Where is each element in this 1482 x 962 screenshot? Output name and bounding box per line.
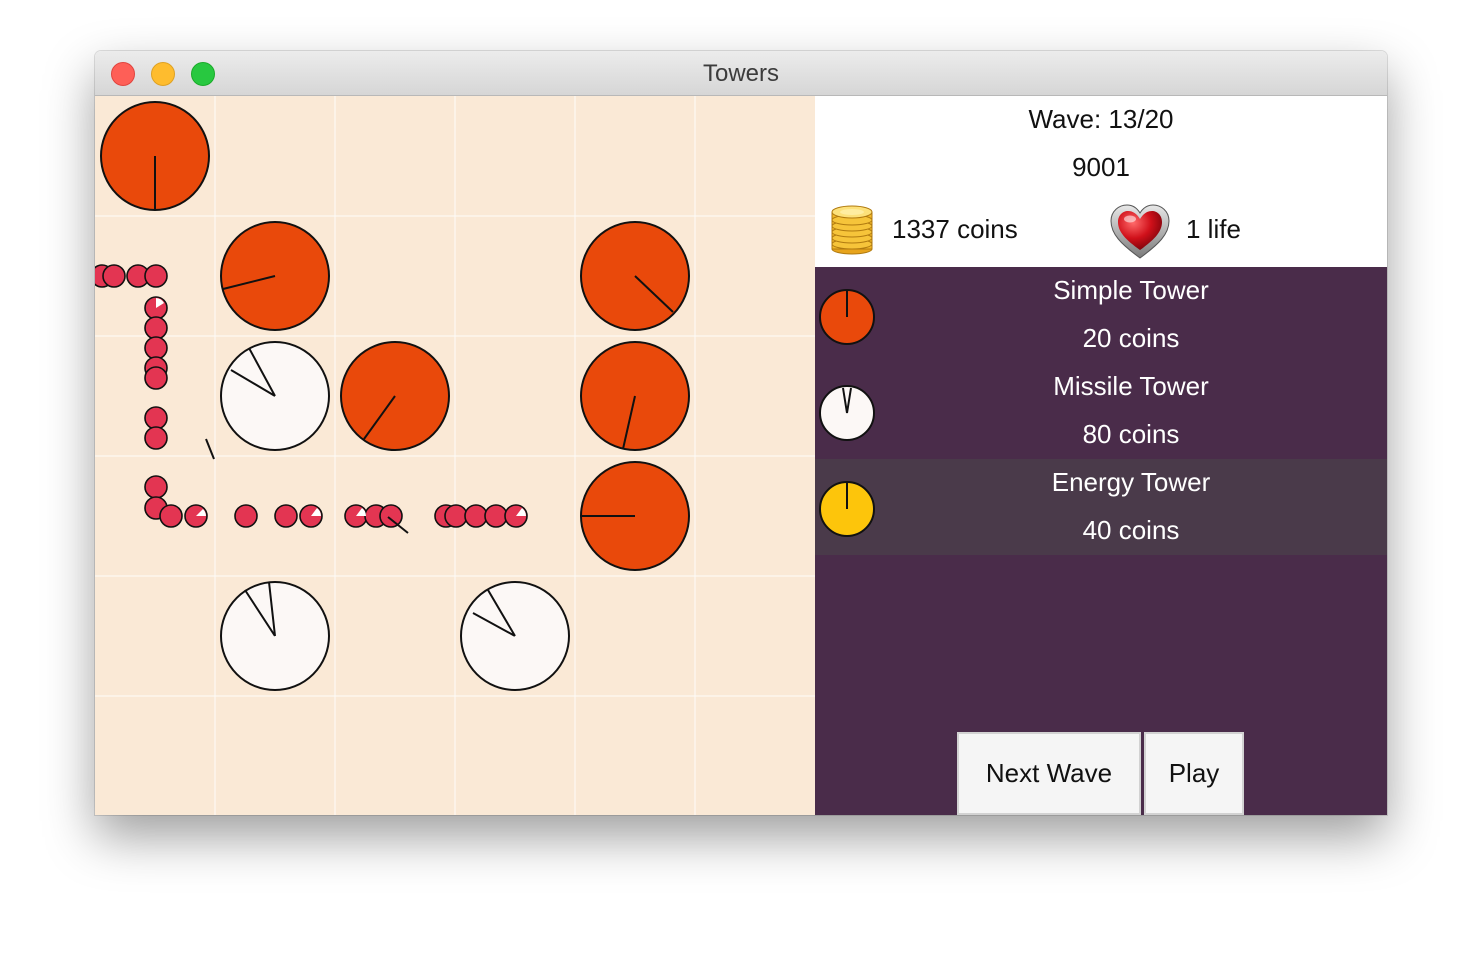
title-bar: Towers bbox=[95, 51, 1387, 96]
enemy bbox=[234, 504, 258, 528]
enemy bbox=[379, 504, 403, 528]
simple-tower[interactable] bbox=[340, 341, 450, 451]
enemy bbox=[484, 504, 508, 528]
enemy bbox=[274, 504, 298, 528]
enemy bbox=[144, 426, 168, 450]
energy-tower-icon bbox=[819, 481, 875, 537]
shop-item-name: Energy Tower bbox=[1051, 467, 1211, 497]
lives-count: 1 life bbox=[1186, 214, 1241, 244]
shop-item-name: Missile Tower bbox=[1053, 371, 1209, 401]
enemy bbox=[144, 336, 168, 360]
enemy bbox=[144, 406, 168, 430]
grid-lines bbox=[95, 96, 815, 815]
game-board[interactable] bbox=[95, 96, 815, 815]
next-wave-button[interactable]: Next Wave bbox=[957, 732, 1141, 815]
enemy bbox=[144, 366, 168, 390]
simple-tower[interactable] bbox=[580, 461, 690, 571]
status-panel: Wave: 13/20 9001 1337 coins 1 life bbox=[815, 96, 1387, 267]
enemy bbox=[159, 504, 183, 528]
coin-stack-icon bbox=[831, 205, 873, 255]
shop-item-cost: 40 coins bbox=[1082, 515, 1180, 545]
enemy bbox=[144, 264, 168, 288]
missile-tower[interactable] bbox=[220, 581, 330, 691]
play-button[interactable]: Play bbox=[1144, 732, 1244, 815]
enemy-damage-marks bbox=[156, 298, 526, 516]
missile-tower[interactable] bbox=[220, 341, 330, 451]
coins-count: 1337 coins bbox=[892, 214, 1018, 244]
board-canvas bbox=[95, 96, 815, 815]
simple-tower[interactable] bbox=[100, 101, 210, 211]
shop-item-missile-tower[interactable]: Missile Tower 80 coins bbox=[815, 363, 1387, 459]
shop-item-cost: 80 coins bbox=[1082, 419, 1180, 449]
game-window: Towers Wave: 13/20 9001 1337 coins 1 lif… bbox=[95, 51, 1387, 815]
simple-tower[interactable] bbox=[220, 221, 330, 331]
enemy bbox=[102, 264, 126, 288]
shop-item-energy-tower[interactable]: Energy Tower 40 coins bbox=[815, 459, 1387, 555]
enemy bbox=[464, 504, 488, 528]
simple-tower[interactable] bbox=[580, 341, 690, 451]
heart-icon bbox=[1110, 204, 1170, 259]
missile-tower-icon bbox=[819, 385, 875, 441]
shop-item-simple-tower[interactable]: Simple Tower 20 coins bbox=[815, 267, 1387, 363]
window-title: Towers bbox=[702, 60, 780, 87]
shop-item-cost: 20 coins bbox=[1082, 323, 1180, 353]
wave-counter: Wave: 13/20 bbox=[1028, 104, 1174, 134]
score-value: 9001 bbox=[1072, 152, 1130, 182]
simple-tower-icon bbox=[819, 289, 875, 345]
enemy bbox=[444, 504, 468, 528]
shop-item-name: Simple Tower bbox=[1053, 275, 1209, 305]
side-panel: Wave: 13/20 9001 1337 coins 1 life Simpl… bbox=[815, 96, 1387, 815]
enemy bbox=[144, 316, 168, 340]
enemy bbox=[144, 475, 168, 499]
simple-tower[interactable] bbox=[580, 221, 690, 331]
missile-tower[interactable] bbox=[460, 581, 570, 691]
